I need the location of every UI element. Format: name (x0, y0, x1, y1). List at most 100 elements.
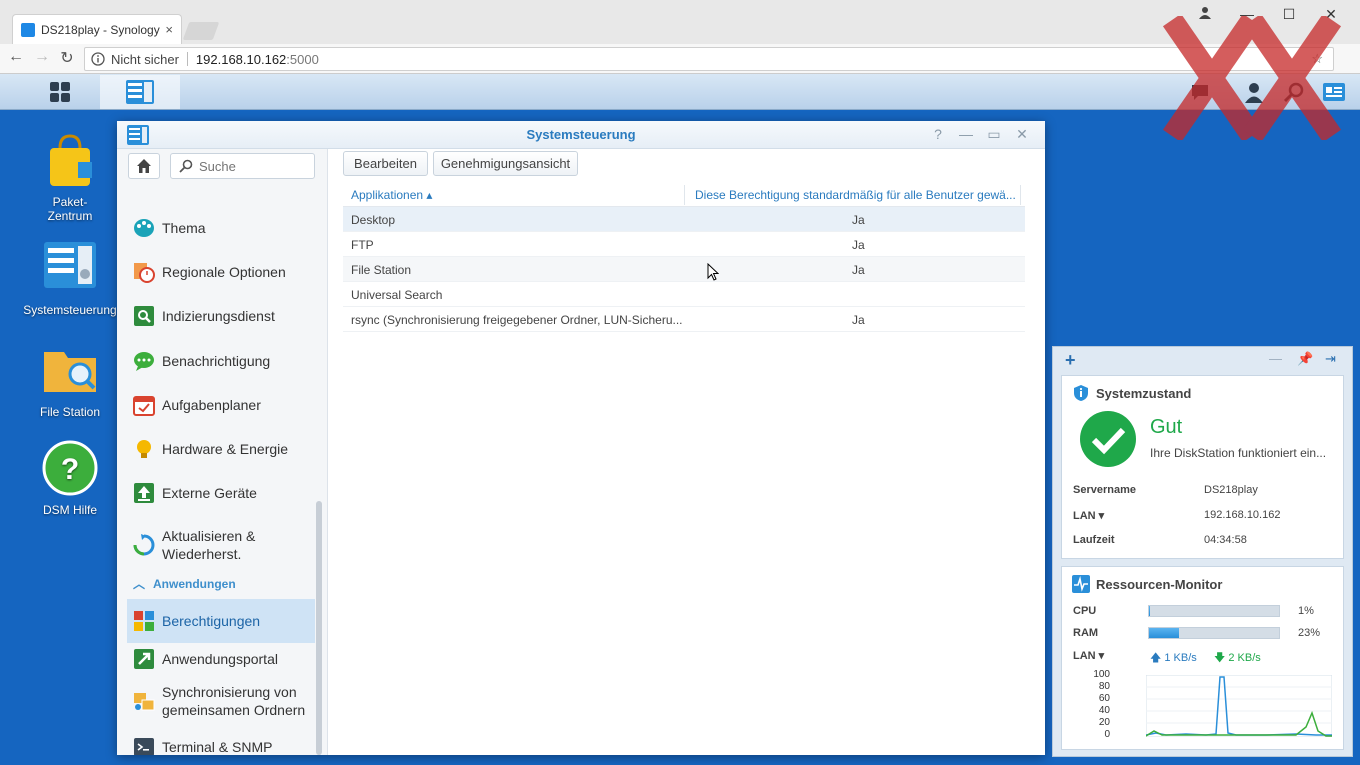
pin-icon[interactable]: 📌 (1297, 351, 1313, 367)
table-row[interactable]: Desktop Ja (343, 207, 1025, 232)
desktop-icon-file-station[interactable]: File Station (20, 342, 120, 419)
sidebar-item-label: Indizierungsdienst (162, 308, 275, 324)
sidebar-item-shared-folder-sync[interactable]: Synchronisierung von gemeinsamen Ordnern (127, 681, 315, 721)
collapse-panel-icon[interactable]: ⇥ (1325, 351, 1336, 367)
sidebar-item-application-portal[interactable]: Anwendungsportal (127, 646, 315, 672)
ram-label: RAM (1073, 627, 1099, 639)
y-tick-label: 40 (1098, 705, 1110, 716)
desktop-icon-dsm-help[interactable]: ? DSM Hilfe (20, 440, 120, 517)
home-button[interactable] (128, 153, 160, 179)
sidebar-item-terminal-snmp[interactable]: Terminal & SNMP (127, 734, 315, 755)
uptime-value: 04:34:58 (1204, 534, 1247, 546)
sidebar-item-external-devices[interactable]: Externe Geräte (127, 480, 315, 506)
ram-usage-value: 23% (1298, 627, 1321, 639)
table-row[interactable]: File Station Ja (343, 257, 1025, 282)
palette-icon (134, 219, 154, 237)
download-rate: 🡇 2 KB/s (1214, 652, 1261, 664)
column-header-applications[interactable]: Applikationen ▴ (351, 188, 432, 202)
monitor-pulse-icon (1072, 575, 1090, 593)
table-row[interactable]: rsync (Synchronisierung freigegebener Or… (343, 307, 1025, 332)
sidebar-item-task-scheduler[interactable]: Aufgabenplaner (127, 392, 315, 418)
url-field[interactable]: Nicht sicher 192.168.10.162 :5000 ☆ (84, 47, 1334, 71)
add-widget-button[interactable]: + (1065, 350, 1076, 371)
minimize-icon[interactable]: — (1269, 351, 1282, 366)
control-panel-icon (44, 242, 96, 288)
download-arrow-icon: 🡇 (1214, 652, 1226, 664)
index-search-icon (134, 306, 154, 326)
desktop-icon-control-panel[interactable]: Systemsteuerung (20, 240, 120, 317)
edit-button[interactable]: Bearbeiten (343, 151, 428, 176)
sidebar-item-update-restore[interactable]: Aktualisieren & Wiederherst. (127, 525, 315, 565)
back-icon[interactable]: ← (4, 48, 28, 66)
section-label: Anwendungen (153, 576, 236, 591)
info-shield-icon (1074, 385, 1088, 401)
column-divider (684, 185, 685, 205)
tab-close-icon[interactable]: × (165, 22, 173, 37)
sidebar-item-label: Regionale Optionen (162, 264, 286, 280)
reload-icon[interactable]: ↻ (55, 48, 79, 68)
section-applications[interactable]: ︿ Anwendungen (133, 575, 236, 592)
close-icon[interactable]: ✕ (1013, 126, 1031, 143)
table-row[interactable]: FTP Ja (343, 232, 1025, 257)
sidebar-item-label: Benachrichtigung (162, 353, 271, 369)
help-icon: ? (42, 440, 98, 496)
desktop-icon-label: File Station (39, 405, 101, 419)
search-input[interactable] (199, 158, 309, 174)
cell-app: FTP (351, 238, 374, 252)
sidebar-item-notification[interactable]: Benachrichtigung (127, 348, 315, 374)
security-label: Nicht sicher (111, 51, 179, 67)
upload-rate: 🡅 1 KB/s (1150, 652, 1197, 664)
column-header-default-permission[interactable]: Diese Berechtigung standardmäßig für all… (695, 188, 1016, 202)
y-tick-label: 20 (1098, 717, 1110, 728)
server-name-label: Servername (1073, 484, 1136, 496)
search-field[interactable] (170, 153, 315, 179)
browser-tab[interactable]: DS218play - Synology Di × (12, 14, 182, 44)
widget-header: Systemzustand (1072, 384, 1191, 402)
sidebar-item-indexing-service[interactable]: Indizierungsdienst (127, 303, 315, 329)
sidebar-item-label: Terminal & SNMP (162, 739, 273, 755)
ram-usage-bar (1148, 627, 1280, 639)
help-icon[interactable]: ? (929, 126, 947, 142)
sidebar-item-label: Berechtigungen (162, 613, 261, 629)
minimize-icon[interactable]: — (957, 126, 975, 142)
cell-value: Ja (852, 238, 865, 252)
sidebar-item-hardware-power[interactable]: Hardware & Energie (127, 436, 315, 462)
check-circle-icon (1080, 411, 1136, 467)
desktop-icon-label: Paket- Zentrum (47, 195, 93, 223)
health-message: Ihre DiskStation funktioniert ein... (1150, 446, 1327, 460)
table-row[interactable]: Universal Search (343, 282, 1025, 307)
address-bar-row: ← → ↻ Nicht sicher 192.168.10.162 :5000 … (0, 44, 1360, 74)
widget-header: Ressourcen-Monitor (1072, 575, 1222, 593)
sidebar-scrollbar[interactable] (316, 501, 322, 755)
control-panel-window: Systemsteuerung ? — ▭ ✕ Thema Regionale … (117, 121, 1045, 755)
url-host: 192.168.10.162 (195, 51, 287, 67)
resource-monitor-widget: Ressourcen-Monitor CPU 1% RAM 23% LAN ▾ … (1061, 566, 1344, 750)
clock-calendar-icon (134, 263, 155, 283)
url-separator (186, 52, 188, 66)
column-divider (1020, 185, 1021, 205)
system-health-widget: Systemzustand Gut Ihre DiskStation funkt… (1061, 375, 1344, 559)
folder-sync-icon (134, 693, 155, 711)
sidebar-item-label: Aufgabenplaner (162, 397, 261, 413)
cpu-label: CPU (1073, 605, 1097, 617)
new-tab-button[interactable] (182, 22, 220, 40)
sidebar-item-theme[interactable]: Thema (127, 215, 315, 241)
desktop-icon-label: Systemsteuerung (23, 303, 117, 317)
forward-icon[interactable]: → (30, 48, 54, 66)
cell-app: File Station (351, 263, 412, 277)
main-menu-button[interactable] (20, 75, 100, 109)
permission-view-button[interactable]: Genehmigungsansicht (433, 151, 578, 176)
portal-arrow-icon (134, 649, 154, 669)
sidebar-item-regional-options[interactable]: Regionale Optionen (127, 259, 315, 285)
lan-dropdown[interactable]: LAN ▾ (1073, 649, 1104, 662)
y-tick-label: 80 (1098, 681, 1110, 692)
calendar-check-icon (133, 396, 155, 416)
desktop-icon-package-center[interactable]: Paket- Zentrum (20, 132, 120, 223)
lan-dropdown[interactable]: LAN ▾ (1073, 509, 1104, 522)
maximize-icon[interactable]: ▭ (985, 126, 1003, 143)
url-port: :5000 (286, 51, 319, 67)
sidebar-item-permissions[interactable]: Berechtigungen (127, 599, 315, 643)
sidebar-item-label: Synchronisierung von gemeinsamen Ordnern (162, 684, 306, 718)
taskbar-control-panel-button[interactable] (100, 75, 180, 109)
window-title-bar[interactable]: Systemsteuerung ? — ▭ ✕ (117, 121, 1045, 149)
